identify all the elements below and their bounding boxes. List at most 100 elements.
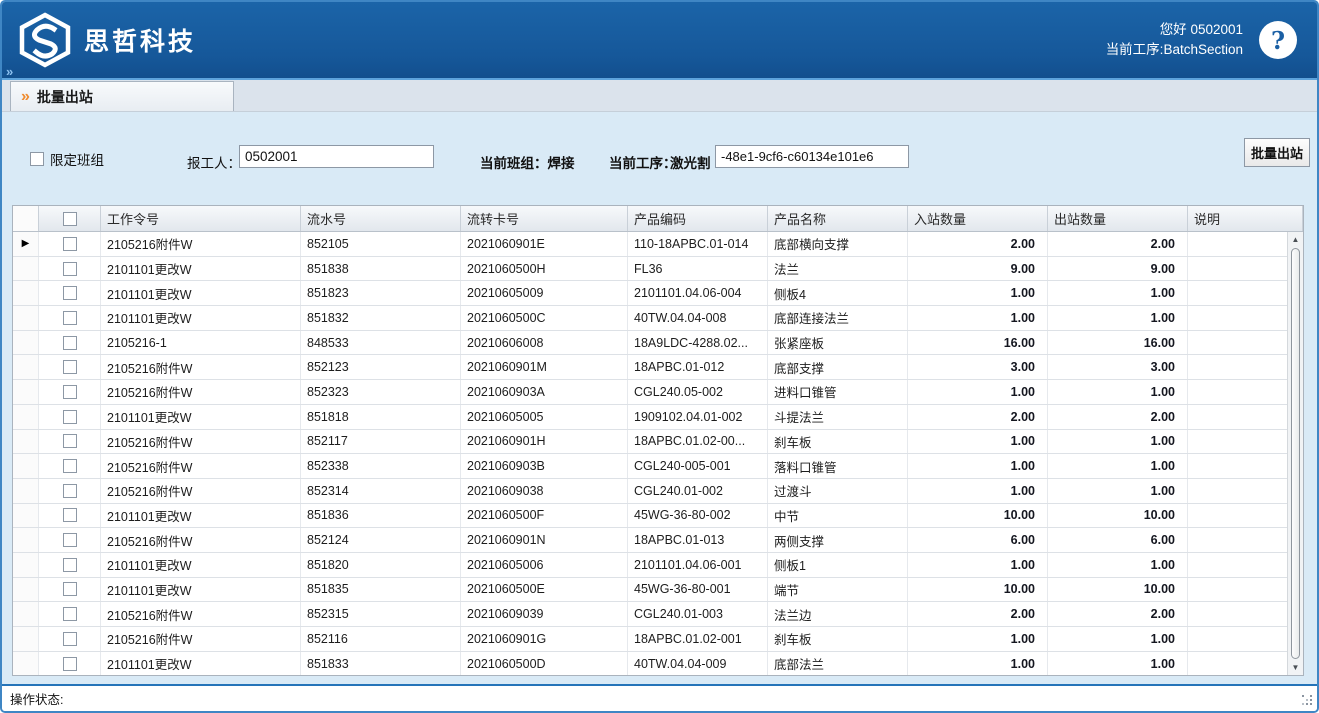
- batch-exit-button[interactable]: 批量出站: [1244, 138, 1310, 167]
- cell-out-qty: 1.00: [1048, 430, 1188, 454]
- resize-grip[interactable]: [1302, 695, 1314, 707]
- cell-work-order: 2101101更改W: [101, 257, 301, 281]
- table-row[interactable]: 2105216附件W85231520210609039CGL240.01-003…: [13, 602, 1303, 627]
- column-header[interactable]: 产品名称: [768, 206, 908, 231]
- scan-input[interactable]: [715, 145, 909, 168]
- table-row[interactable]: 2105216附件W8523232021060903ACGL240.05-002…: [13, 380, 1303, 405]
- row-selector-cell[interactable]: [13, 454, 39, 478]
- row-checkbox[interactable]: [63, 459, 77, 473]
- table-row[interactable]: 2101101更改W8518382021060500HFL36法兰9.009.0…: [13, 257, 1303, 282]
- row-selector-cell[interactable]: [13, 504, 39, 528]
- cell-serial: 851820: [301, 553, 461, 577]
- cell-code: 2101101.04.06-001: [628, 553, 768, 577]
- cell-card: 2021060901H: [461, 430, 628, 454]
- row-checkbox[interactable]: [63, 607, 77, 621]
- row-selector-cell[interactable]: [13, 405, 39, 429]
- row-checkbox[interactable]: [63, 286, 77, 300]
- column-header[interactable]: 流转卡号: [461, 206, 628, 231]
- table-row[interactable]: 2101101更改W8518322021060500C40TW.04.04-00…: [13, 306, 1303, 331]
- table-row[interactable]: 2105216附件W8523382021060903BCGL240-005-00…: [13, 454, 1303, 479]
- row-selector-cell[interactable]: [13, 380, 39, 404]
- row-checkbox[interactable]: [63, 632, 77, 646]
- cell-serial: 848533: [301, 331, 461, 355]
- row-checkbox[interactable]: [63, 311, 77, 325]
- status-bar: 操作状态:: [2, 684, 1317, 711]
- row-selector-cell[interactable]: ▶: [13, 232, 39, 256]
- row-selector-cell[interactable]: [13, 355, 39, 379]
- row-selector-cell[interactable]: [13, 528, 39, 552]
- header-checkbox-cell: [39, 206, 101, 231]
- tab-bar: » 批量出站: [2, 80, 1317, 112]
- scroll-down-icon[interactable]: ▼: [1288, 660, 1303, 675]
- process-value: 激光割: [670, 152, 711, 172]
- table-row[interactable]: 2105216附件W85231420210609038CGL240.01-002…: [13, 479, 1303, 504]
- table-row[interactable]: 2105216-18485332021060600818A9LDC-4288.0…: [13, 331, 1303, 356]
- vertical-scrollbar[interactable]: ▲ ▼: [1287, 232, 1303, 675]
- reporter-input[interactable]: [239, 145, 434, 168]
- row-selector-cell[interactable]: [13, 281, 39, 305]
- row-checkbox[interactable]: [63, 434, 77, 448]
- row-checkbox[interactable]: [63, 410, 77, 424]
- table-row[interactable]: 2105216附件W8521232021060901M18APBC.01-012…: [13, 355, 1303, 380]
- table-row[interactable]: 2101101更改W8518352021060500E45WG-36-80-00…: [13, 578, 1303, 603]
- row-checkbox[interactable]: [63, 657, 77, 671]
- limit-group-label: 限定班组: [50, 149, 104, 169]
- scrollbar-thumb[interactable]: [1291, 248, 1300, 659]
- cell-code: FL36: [628, 257, 768, 281]
- column-header[interactable]: 入站数量: [908, 206, 1048, 231]
- row-checkbox[interactable]: [63, 360, 77, 374]
- select-all-checkbox[interactable]: [63, 212, 77, 226]
- row-selector-cell[interactable]: [13, 627, 39, 651]
- row-checkbox[interactable]: [63, 262, 77, 276]
- table-row[interactable]: 2105216附件W8521242021060901N18APBC.01-013…: [13, 528, 1303, 553]
- cell-serial: 852124: [301, 528, 461, 552]
- column-header[interactable]: 工作令号: [101, 206, 301, 231]
- row-checkbox[interactable]: [63, 508, 77, 522]
- limit-group-checkbox[interactable]: [30, 152, 44, 166]
- column-header[interactable]: 产品编码: [628, 206, 768, 231]
- table-row[interactable]: 2101101更改W851818202106050051909102.04.01…: [13, 405, 1303, 430]
- row-selector-cell[interactable]: [13, 331, 39, 355]
- row-selector-cell[interactable]: [13, 602, 39, 626]
- row-checkbox-cell: [39, 454, 101, 478]
- scroll-up-icon[interactable]: ▲: [1288, 232, 1303, 247]
- cell-remark: [1188, 380, 1303, 404]
- row-selector-cell[interactable]: [13, 306, 39, 330]
- row-checkbox[interactable]: [63, 582, 77, 596]
- table-row[interactable]: 2105216附件W8521172021060901H18APBC.01.02-…: [13, 430, 1303, 455]
- collapse-chevron-icon[interactable]: »: [6, 65, 13, 78]
- cell-out-qty: 1.00: [1048, 627, 1188, 651]
- table-row[interactable]: 2101101更改W851820202106050062101101.04.06…: [13, 553, 1303, 578]
- table-row[interactable]: 2101101更改W851823202106050092101101.04.06…: [13, 281, 1303, 306]
- app-window: 思哲科技 » 您好 0502001 当前工序:BatchSection ? » …: [0, 0, 1319, 713]
- row-checkbox[interactable]: [63, 533, 77, 547]
- column-header[interactable]: 流水号: [301, 206, 461, 231]
- column-header[interactable]: 说明: [1188, 206, 1303, 231]
- row-selector-cell[interactable]: [13, 578, 39, 602]
- current-group-label: 当前班组：焊接: [480, 152, 575, 172]
- help-icon[interactable]: ?: [1259, 21, 1297, 59]
- row-checkbox[interactable]: [63, 484, 77, 498]
- table-row[interactable]: 2105216附件W8521162021060901G18APBC.01.02-…: [13, 627, 1303, 652]
- column-header[interactable]: 出站数量: [1048, 206, 1188, 231]
- cell-remark: [1188, 257, 1303, 281]
- row-selector-cell[interactable]: [13, 553, 39, 577]
- cell-name: 张紧座板: [768, 331, 908, 355]
- row-checkbox[interactable]: [63, 558, 77, 572]
- row-selector-cell[interactable]: [13, 257, 39, 281]
- row-checkbox[interactable]: [63, 385, 77, 399]
- table-row[interactable]: 2101101更改W8518332021060500D40TW.04.04-00…: [13, 652, 1303, 676]
- cell-serial: 852116: [301, 627, 461, 651]
- row-selector-cell[interactable]: [13, 430, 39, 454]
- cell-name: 法兰边: [768, 602, 908, 626]
- cell-name: 侧板1: [768, 553, 908, 577]
- data-grid: 工作令号流水号流转卡号产品编码产品名称入站数量出站数量说明 ▶2105216附件…: [12, 205, 1304, 676]
- cell-code: 18APBC.01.02-001: [628, 627, 768, 651]
- table-row[interactable]: ▶2105216附件W8521052021060901E110-18APBC.0…: [13, 232, 1303, 257]
- row-selector-cell[interactable]: [13, 479, 39, 503]
- row-selector-cell[interactable]: [13, 652, 39, 676]
- row-checkbox[interactable]: [63, 336, 77, 350]
- table-row[interactable]: 2101101更改W8518362021060500F45WG-36-80-00…: [13, 504, 1303, 529]
- row-checkbox[interactable]: [63, 237, 77, 251]
- tab-batch-exit[interactable]: » 批量出站: [10, 81, 234, 111]
